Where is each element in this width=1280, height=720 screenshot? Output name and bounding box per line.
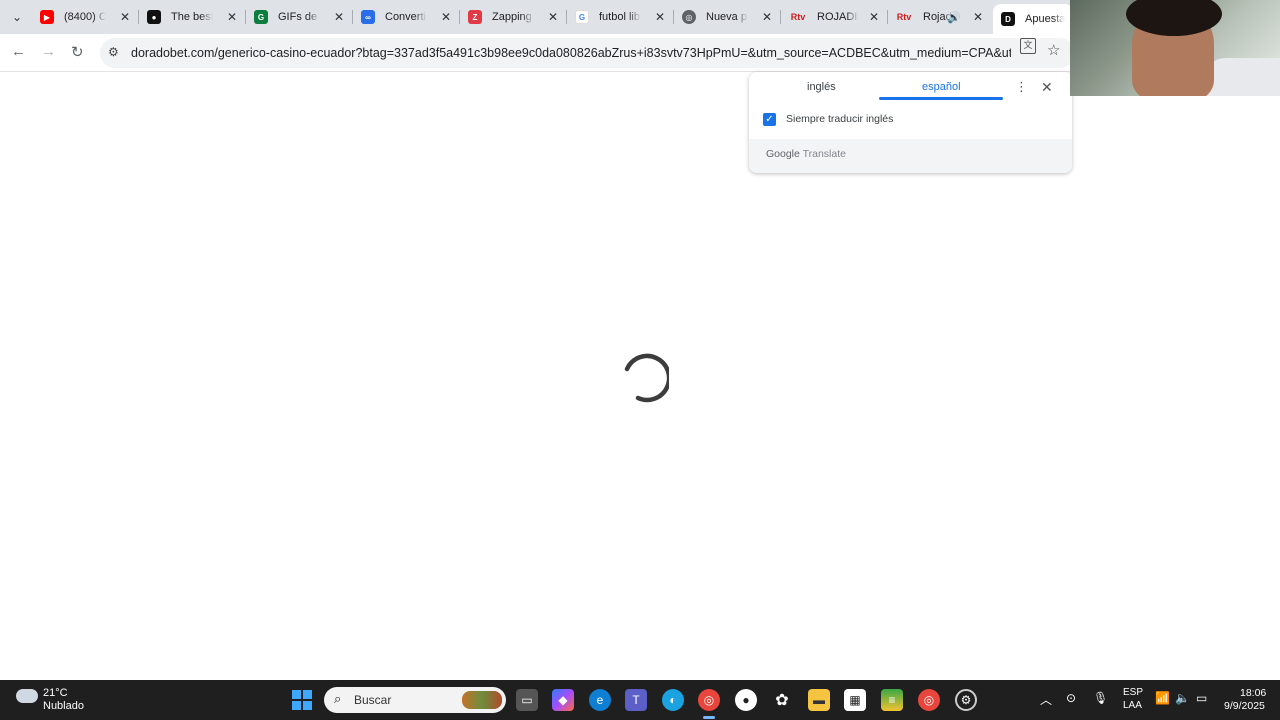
clock-date[interactable]: 9/9/2025 bbox=[1224, 700, 1265, 712]
source-language-tab[interactable]: inglés bbox=[807, 81, 836, 93]
cloud-icon[interactable] bbox=[16, 689, 38, 703]
tab-title: ROJADIRE bbox=[817, 11, 859, 23]
sync-icon[interactable]: ⊙ bbox=[1066, 691, 1076, 705]
media-app-icon[interactable]: ● bbox=[735, 689, 757, 711]
selected-tab-indicator bbox=[879, 97, 1003, 100]
close-icon[interactable]: ✕ bbox=[227, 10, 237, 24]
close-icon[interactable]: ✕ bbox=[548, 10, 558, 24]
browser-tab[interactable]: Rtv Rojadi 🔊 ✕ bbox=[887, 4, 991, 30]
browser-tab[interactable]: Z Zapping | ✕ bbox=[460, 4, 566, 30]
taskbar-search[interactable]: ⌕ Buscar bbox=[324, 687, 506, 713]
url-text[interactable]: doradobet.com/generico-casino-ecuador?bt… bbox=[131, 46, 1011, 60]
forward-icon[interactable]: → bbox=[41, 43, 56, 60]
weather-temp[interactable]: 21°C bbox=[43, 687, 68, 699]
gif-icon: G bbox=[254, 10, 268, 24]
google-icon: G bbox=[575, 10, 589, 24]
chrome-icon: ◎ bbox=[682, 10, 696, 24]
tab-title: (8400) Cóm bbox=[64, 11, 106, 23]
wifi-icon[interactable]: 📶 bbox=[1155, 691, 1170, 705]
active-app-indicator bbox=[703, 716, 715, 719]
search-placeholder: Buscar bbox=[354, 693, 392, 707]
tab-title: Nueva pes bbox=[706, 11, 748, 23]
battery-icon[interactable]: ▭ bbox=[1196, 691, 1207, 705]
browser-tab[interactable]: ∞ Convertido ✕ bbox=[353, 4, 459, 30]
volume-icon[interactable]: 🔈 bbox=[1175, 691, 1190, 705]
bookmark-star-icon[interactable]: ☆ bbox=[1047, 41, 1060, 59]
webcam-overlay bbox=[1070, 0, 1280, 96]
zapping-icon: Z bbox=[468, 10, 482, 24]
always-translate-label: Siempre traducir inglés bbox=[786, 113, 894, 125]
chrome-profile-icon[interactable]: ◎ bbox=[918, 689, 940, 711]
tab-title: The best C bbox=[171, 11, 213, 23]
close-icon[interactable]: ✕ bbox=[120, 10, 130, 24]
tab-title: Convertido bbox=[385, 11, 427, 23]
close-icon[interactable]: ✕ bbox=[762, 10, 772, 24]
close-icon[interactable]: ✕ bbox=[334, 10, 344, 24]
close-icon[interactable]: ✕ bbox=[441, 10, 451, 24]
input-language[interactable]: ESP bbox=[1123, 687, 1143, 698]
rtv-icon: Rtv bbox=[790, 12, 806, 22]
keyboard-layout[interactable]: LAA bbox=[1123, 700, 1142, 711]
task-view-icon[interactable]: ▭ bbox=[516, 689, 538, 711]
close-icon[interactable]: ✕ bbox=[655, 10, 665, 24]
translate-footer: Google Translate bbox=[749, 139, 1072, 173]
converter-icon: ∞ bbox=[361, 10, 375, 24]
browser-tab[interactable]: Rtv ROJADIRE ✕ bbox=[781, 4, 887, 30]
reload-icon[interactable]: ↻ bbox=[71, 43, 84, 61]
screen: ⌄ ▶ (8400) Cóm ✕ ● The best C ✕ G GIFs d… bbox=[0, 0, 1280, 720]
start-icon[interactable] bbox=[292, 690, 312, 710]
search-highlight-art bbox=[462, 691, 502, 709]
google-translate-logo: Google Translate bbox=[766, 148, 846, 160]
taskbar: 21°C Nublado ⌕ Buscar ▭ ◆ e T ◐ ◎ ● ✿ ▬ … bbox=[0, 680, 1280, 720]
tab-title: Apuestas bbox=[1025, 13, 1065, 25]
photos-icon[interactable]: ✿ bbox=[771, 689, 793, 711]
browser-tab[interactable]: ◎ Nueva pes ✕ bbox=[674, 4, 780, 30]
edge-icon[interactable]: e bbox=[589, 689, 611, 711]
settings-app-icon[interactable]: ⚙ bbox=[955, 689, 977, 711]
browser-app-icon[interactable]: ◐ bbox=[662, 689, 684, 711]
clock-time[interactable]: 18:06 bbox=[1240, 687, 1266, 699]
search-icon: ⌕ bbox=[334, 691, 342, 706]
more-options-icon[interactable]: ⋮ bbox=[1015, 79, 1028, 95]
browser-tab[interactable]: ● The best C ✕ bbox=[139, 4, 245, 30]
chrome-icon[interactable]: ◎ bbox=[698, 689, 720, 711]
teams-icon[interactable]: T bbox=[625, 689, 647, 711]
translate-icon[interactable]: 文 bbox=[1020, 38, 1036, 54]
weather-desc[interactable]: Nublado bbox=[43, 700, 84, 712]
site-info-icon[interactable]: ⚙ bbox=[108, 45, 119, 59]
tab-title: GIFs de la bbox=[278, 11, 320, 23]
tab-title: futbol libre bbox=[599, 11, 641, 23]
close-icon[interactable]: ✕ bbox=[1041, 79, 1053, 96]
translate-popup: inglés español ⋮ ✕ ✓ Siempre traducir in… bbox=[749, 72, 1072, 173]
browser-tab[interactable]: ▶ (8400) Cóm ✕ bbox=[32, 4, 138, 30]
rtv-icon: Rtv bbox=[896, 12, 912, 22]
browser-tab[interactable]: G GIFs de la ✕ bbox=[246, 4, 352, 30]
browser-tab-active[interactable]: D Apuestas bbox=[993, 4, 1073, 34]
copilot-icon[interactable]: ◆ bbox=[552, 689, 574, 711]
store-icon[interactable]: ▦ bbox=[844, 689, 866, 711]
tab-title: Zapping | bbox=[492, 11, 534, 23]
address-bar[interactable]: ⚙ doradobet.com/generico-casino-ecuador?… bbox=[100, 38, 1075, 68]
target-language-tab[interactable]: español bbox=[922, 81, 961, 93]
browser-tab[interactable]: G futbol libre ✕ bbox=[567, 4, 673, 30]
chevron-up-icon[interactable]: ︿ bbox=[1040, 691, 1052, 708]
speaker-icon[interactable]: 🔊 bbox=[947, 11, 961, 24]
close-icon[interactable]: ✕ bbox=[869, 10, 879, 24]
github-icon: ● bbox=[147, 10, 161, 24]
close-icon[interactable]: ✕ bbox=[973, 10, 983, 24]
doradobet-icon: D bbox=[1001, 12, 1015, 26]
microphone-icon[interactable]: 🎙 bbox=[1093, 691, 1108, 705]
youtube-icon: ▶ bbox=[40, 10, 54, 24]
bluestacks-icon[interactable]: ≡ bbox=[881, 689, 903, 711]
always-translate-checkbox[interactable]: ✓ bbox=[763, 113, 776, 126]
back-icon[interactable]: ← bbox=[11, 43, 26, 60]
tab-search-chevron-icon[interactable]: ⌄ bbox=[6, 6, 28, 28]
file-explorer-icon[interactable]: ▬ bbox=[808, 689, 830, 711]
loading-spinner bbox=[624, 353, 669, 403]
